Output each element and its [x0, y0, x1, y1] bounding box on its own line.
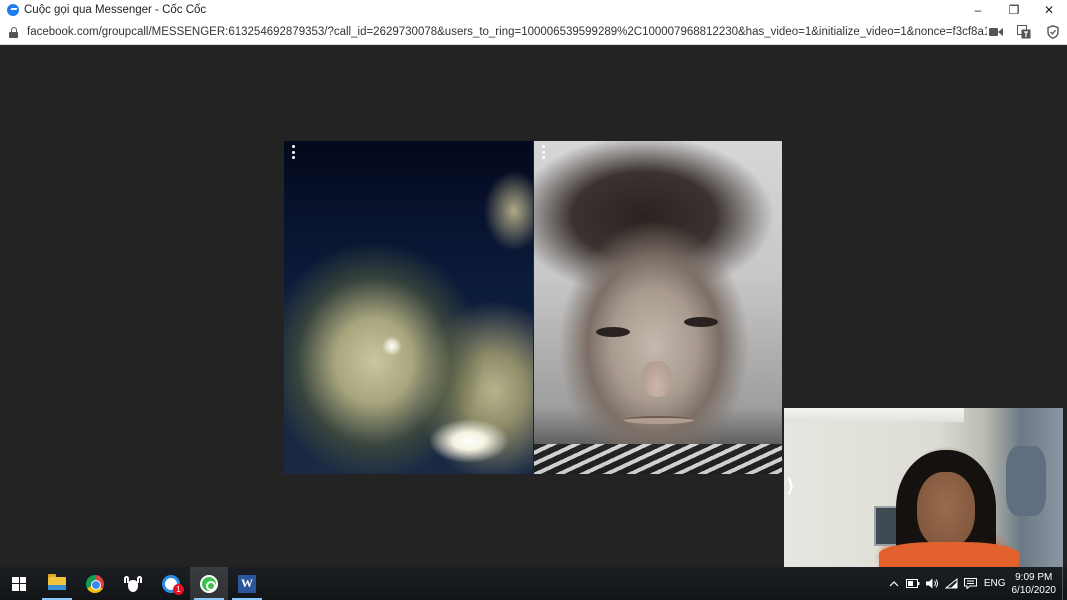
show-hidden-icons-icon[interactable]	[885, 567, 904, 600]
person-face	[917, 472, 975, 548]
call-stage: ⟩	[0, 46, 1067, 567]
participant-video-2[interactable]	[534, 141, 782, 474]
taskbar-bull-app[interactable]	[114, 567, 152, 600]
taskbar: 1 W ENG 9:09 PM 6/10/2020	[0, 567, 1067, 600]
shield-icon[interactable]	[1045, 25, 1061, 39]
striped-shirt	[534, 444, 782, 474]
hanging-bag	[1006, 446, 1046, 516]
action-center-icon[interactable]	[961, 567, 980, 600]
window-titlebar: Cuộc gọi qua Messenger - Cốc Cốc – ❐ ✕	[0, 0, 1067, 20]
face-left-eye	[596, 327, 630, 337]
language-indicator[interactable]: ENG	[984, 578, 1006, 589]
face-right-eye	[684, 317, 718, 327]
battery-icon[interactable]	[904, 567, 923, 600]
messenger-icon	[7, 4, 19, 16]
coccoc-icon	[200, 574, 218, 593]
restore-button[interactable]: ❐	[996, 0, 1032, 20]
person-shirt	[879, 542, 1019, 567]
taskbar-chrome[interactable]	[76, 567, 114, 600]
more-options-icon[interactable]	[540, 145, 546, 159]
camera-permission-icon[interactable]	[988, 25, 1004, 39]
volume-icon[interactable]	[923, 567, 942, 600]
wifi-icon[interactable]	[942, 567, 961, 600]
clock[interactable]: 9:09 PM 6/10/2020	[1012, 571, 1057, 597]
close-button[interactable]: ✕	[1031, 0, 1067, 20]
translate-icon[interactable]	[1016, 25, 1032, 39]
show-desktop-button[interactable]	[1062, 567, 1067, 600]
taskbar-coccoc[interactable]	[190, 567, 228, 600]
face-mouth	[624, 416, 694, 424]
start-button[interactable]	[0, 567, 38, 600]
address-bar: facebook.com/groupcall/MESSENGER:6132546…	[0, 20, 1067, 45]
folder-icon	[48, 574, 66, 590]
bull-icon	[124, 575, 142, 592]
face-nose	[642, 361, 672, 397]
word-icon: W	[238, 574, 256, 593]
more-options-icon[interactable]	[290, 145, 296, 159]
self-view-video[interactable]: ⟩	[784, 408, 1063, 567]
notification-badge: 1	[173, 584, 184, 595]
minimize-button[interactable]: –	[960, 0, 996, 20]
taskbar-file-explorer[interactable]	[38, 567, 76, 600]
url-field[interactable]: facebook.com/groupcall/MESSENGER:6132546…	[27, 26, 987, 38]
window-title: Cuộc gọi qua Messenger - Cốc Cốc	[24, 4, 207, 16]
windows-logo-icon	[12, 576, 26, 591]
collapse-self-view-icon[interactable]: ⟩	[787, 476, 794, 497]
ceiling-light	[784, 408, 964, 422]
taskbar-word[interactable]: W	[228, 567, 266, 600]
system-tray: ENG 9:09 PM 6/10/2020	[885, 567, 1067, 600]
clock-date: 6/10/2020	[1011, 584, 1057, 596]
lock-icon[interactable]	[9, 26, 18, 38]
chrome-icon	[86, 574, 104, 593]
taskbar-chat-app[interactable]: 1	[152, 567, 190, 600]
clock-time: 9:09 PM	[1015, 571, 1053, 583]
participant-video-1[interactable]	[284, 141, 533, 474]
